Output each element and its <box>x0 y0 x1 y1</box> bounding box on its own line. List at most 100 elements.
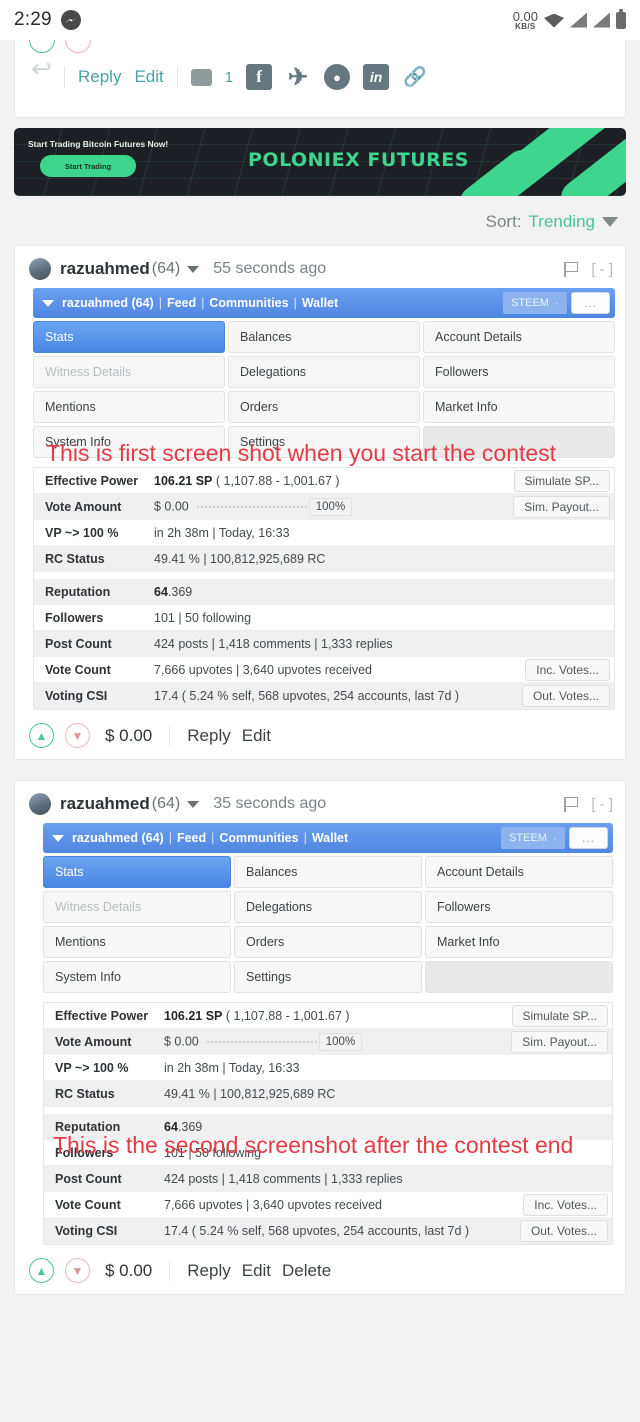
vote-weight-slider[interactable]: 100% <box>206 1032 363 1051</box>
table-row: RC Status 49.41 % | 100,812,925,689 RC <box>34 546 614 572</box>
upvote-icon[interactable]: ▲ <box>29 723 54 748</box>
annotation-first-screenshot: This is first screen shot when you start… <box>46 440 557 466</box>
comment-card: razuahmed (64) 55 seconds ago[ - ] razuahme… <box>14 245 626 760</box>
stat-value: 17.4 ( 5.24 % self, 568 upvotes, 254 acc… <box>154 689 459 703</box>
tile-orders[interactable]: Orders <box>228 391 420 423</box>
vote-weight-slider[interactable]: 100% <box>196 497 353 516</box>
stat-action-button[interactable]: Sim. Payout... <box>513 496 610 518</box>
navbar-item-wallet[interactable]: Wallet <box>302 296 338 310</box>
navbar-item-feed[interactable]: Feed <box>177 831 206 845</box>
tile-orders[interactable]: Orders <box>234 926 422 958</box>
tile-stats[interactable]: Stats <box>33 321 225 353</box>
delete-link[interactable]: Delete <box>282 1261 331 1281</box>
chevron-down-icon[interactable] <box>187 265 200 273</box>
downvote-icon[interactable]: ▼ <box>65 1258 90 1283</box>
stat-value: 106.21 SP ( 1,107.88 - 1,001.67 ) <box>164 1009 350 1023</box>
avatar[interactable] <box>29 793 51 815</box>
edit-link[interactable]: Edit <box>134 67 163 87</box>
tile-witness-details[interactable]: Witness Details <box>43 891 231 923</box>
comment-icon[interactable] <box>190 68 212 86</box>
navbar-user[interactable]: razuahmed (64) <box>72 831 164 845</box>
banner-cta-button[interactable]: Start Trading <box>40 155 136 177</box>
more-menu-button[interactable]: ... <box>568 827 608 849</box>
tile-followers[interactable]: Followers <box>423 356 615 388</box>
tile-balances[interactable]: Balances <box>234 856 422 888</box>
poloniex-banner[interactable]: Start Trading Bitcoin Futures Now! Start… <box>14 128 626 196</box>
reply-link[interactable]: Reply <box>187 726 230 746</box>
table-row: Effective Power 106.21 SP ( 1,107.88 - 1,… <box>44 1003 612 1029</box>
comment-reputation: (64) <box>151 795 181 812</box>
flag-icon[interactable] <box>564 261 579 277</box>
tab-tiles: Stats Balances Account Details Witness Deta… <box>33 321 615 458</box>
linkedin-icon[interactable]: in <box>363 64 390 90</box>
tile-stats[interactable]: Stats <box>43 856 231 888</box>
token-selector[interactable]: STEEM · <box>501 827 565 849</box>
tile-mentions[interactable]: Mentions <box>33 391 225 423</box>
steem-tools-navbar: razuahmed (64) | Feed | Communities | Wallet ST… <box>33 288 615 318</box>
navbar-item-communities[interactable]: Communities <box>219 831 298 845</box>
tile-market-info[interactable]: Market Info <box>423 391 615 423</box>
tile-delegations[interactable]: Delegations <box>228 356 420 388</box>
token-selector[interactable]: STEEM · <box>503 292 567 314</box>
stat-action-button[interactable]: Simulate SP... <box>511 1005 608 1027</box>
upvote-icon[interactable]: ▲ <box>29 1258 54 1283</box>
navbar-item-wallet[interactable]: Wallet <box>312 831 348 845</box>
sort-row[interactable]: Sort: Trending <box>0 196 640 245</box>
twitter-icon[interactable]: ✈ <box>285 64 311 91</box>
resteem-icon[interactable] <box>31 69 51 85</box>
tile-balances[interactable]: Balances <box>228 321 420 353</box>
upvote-icon[interactable] <box>29 40 55 53</box>
page-scroll[interactable]: Reply Edit 1 f ✈ ● in 🔗 Start Trading Bi… <box>0 40 640 1295</box>
stat-action-button[interactable]: Simulate SP... <box>513 470 610 492</box>
chevron-down-icon: · <box>554 296 559 310</box>
more-menu-button[interactable]: ... <box>570 292 610 314</box>
tile-witness-details[interactable]: Witness Details <box>33 356 225 388</box>
stat-action-button[interactable]: Sim. Payout... <box>511 1031 608 1053</box>
downvote-icon[interactable]: ▼ <box>65 723 90 748</box>
stat-action-button[interactable]: Inc. Votes... <box>523 1194 608 1216</box>
link-icon[interactable]: 🔗 <box>402 64 428 90</box>
navbar-separator: | <box>168 831 172 845</box>
tile-mentions[interactable]: Mentions <box>43 926 231 958</box>
stat-action-button[interactable]: Inc. Votes... <box>525 659 610 681</box>
collapse-toggle[interactable]: [ - ] <box>591 796 613 813</box>
tile-system-info[interactable]: System Info <box>43 961 231 993</box>
comment-author[interactable]: razuahmed <box>60 794 150 814</box>
stat-key: Effective Power <box>45 473 139 488</box>
reply-link[interactable]: Reply <box>78 67 121 87</box>
chevron-down-icon[interactable] <box>42 299 54 307</box>
navbar-user[interactable]: razuahmed (64) <box>62 296 154 310</box>
tile-followers[interactable]: Followers <box>425 891 613 923</box>
comment-author[interactable]: razuahmed <box>60 259 150 279</box>
chevron-down-icon[interactable] <box>187 800 200 808</box>
reddit-icon[interactable]: ● <box>324 64 351 90</box>
chevron-down-icon[interactable] <box>602 217 618 227</box>
reply-link[interactable]: Reply <box>187 1261 230 1281</box>
edit-link[interactable]: Edit <box>242 1261 271 1281</box>
messenger-icon <box>60 10 81 30</box>
token-label: STEEM <box>511 297 549 309</box>
facebook-icon[interactable]: f <box>246 64 273 90</box>
slider-track[interactable] <box>196 505 307 508</box>
tile-market-info[interactable]: Market Info <box>425 926 613 958</box>
comment-card: razuahmed (64) 35 seconds ago[ - ] razuahme… <box>14 780 626 1295</box>
tile-account-details[interactable]: Account Details <box>423 321 615 353</box>
navbar-item-feed[interactable]: Feed <box>167 296 196 310</box>
comment-header-actions: [ - ] <box>564 796 613 813</box>
stat-action-button[interactable]: Out. Votes... <box>519 1220 608 1242</box>
avatar[interactable] <box>29 258 51 280</box>
table-row: Vote Count 7,666 upvotes | 3,640 upvotes … <box>34 657 614 683</box>
chevron-down-icon[interactable] <box>52 834 64 842</box>
slider-track[interactable] <box>206 1040 317 1043</box>
sort-value[interactable]: Trending <box>529 212 595 232</box>
flag-icon[interactable] <box>564 796 579 812</box>
downvote-icon[interactable] <box>65 40 91 53</box>
tile-settings[interactable]: Settings <box>234 961 422 993</box>
stat-action-button[interactable]: Out. Votes... <box>521 685 610 707</box>
navbar-item-communities[interactable]: Communities <box>209 296 288 310</box>
collapse-toggle[interactable]: [ - ] <box>591 261 613 278</box>
tile-delegations[interactable]: Delegations <box>234 891 422 923</box>
edit-link[interactable]: Edit <box>242 726 271 746</box>
tile-empty <box>425 961 613 993</box>
tile-account-details[interactable]: Account Details <box>425 856 613 888</box>
